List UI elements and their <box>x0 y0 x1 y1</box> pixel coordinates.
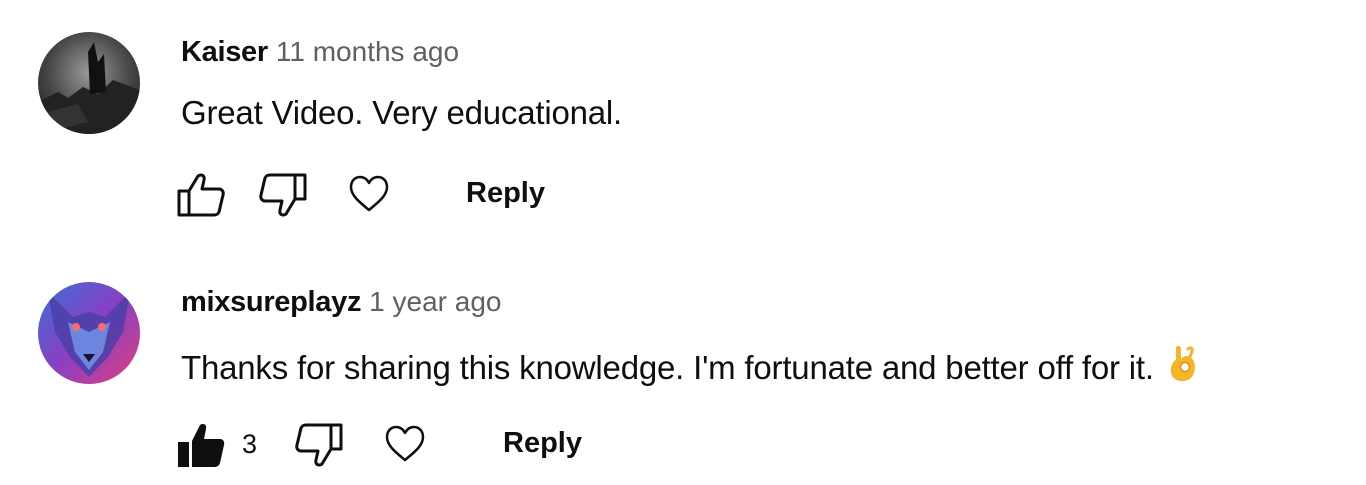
author-name[interactable]: mixsureplayz <box>181 286 361 318</box>
neon-wolf-avatar-image <box>38 282 140 384</box>
comment: mixsureplayz 1 year ago Thanks for sharin… <box>0 240 1366 485</box>
thumbs-down-icon[interactable] <box>258 170 308 225</box>
thumbs-down-icon[interactable] <box>294 420 344 475</box>
comment-header: Kaiser 11 months ago <box>181 36 459 69</box>
comment-header: mixsureplayz 1 year ago <box>181 286 502 319</box>
comment-text: Thanks for sharing this knowledge. I'm f… <box>181 343 1198 391</box>
reply-button[interactable]: Reply <box>466 177 545 210</box>
heart-icon[interactable] <box>348 170 390 223</box>
comment: Kaiser 11 months ago Great Video. Very ed… <box>0 0 1366 240</box>
comment-text: Great Video. Very educational. <box>181 94 623 131</box>
avatar[interactable] <box>38 282 140 384</box>
ok-hand-emoji <box>1168 343 1198 391</box>
thumbs-up-icon[interactable] <box>176 420 226 475</box>
comment-time[interactable]: 1 year ago <box>369 286 501 317</box>
like-count: 3 <box>242 429 258 459</box>
avatar[interactable] <box>38 32 140 134</box>
reply-button[interactable]: Reply <box>503 427 582 460</box>
comment-text-body: Thanks for sharing this knowledge. I'm f… <box>181 349 1154 386</box>
dark-castle-avatar-image <box>38 32 140 134</box>
thumbs-up-icon[interactable] <box>176 170 226 225</box>
comment-time[interactable]: 11 months ago <box>276 36 459 67</box>
heart-icon[interactable] <box>384 420 426 473</box>
author-name[interactable]: Kaiser <box>181 36 268 68</box>
